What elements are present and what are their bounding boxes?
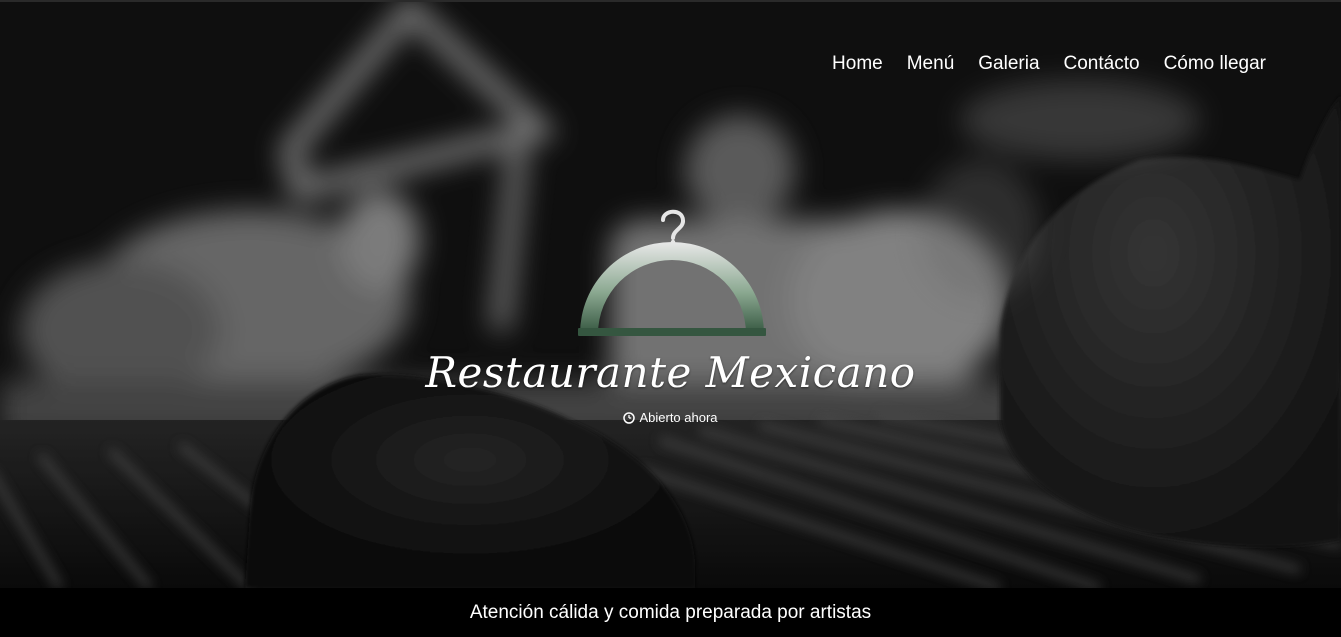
opening-status: Abierto ahora: [0, 410, 1341, 425]
nav-item-menu[interactable]: Menú: [907, 52, 955, 76]
clock-icon: [623, 411, 636, 424]
nav-item-galeria[interactable]: Galeria: [978, 52, 1039, 76]
restaurant-title: Restaurante Mexicano: [425, 348, 916, 397]
top-border: [0, 0, 1341, 2]
nav-item-contacto[interactable]: Contácto: [1064, 52, 1140, 76]
nav-item-home[interactable]: Home: [832, 52, 883, 76]
tagline-bar: Atención cálida y comida preparada por a…: [0, 588, 1341, 637]
status-text: Abierto ahora: [639, 410, 718, 425]
food-cloche-icon: [578, 209, 766, 336]
restaurant-logo: [570, 204, 770, 344]
main-navigation: Home Menú Galeria Contácto Cómo llegar: [832, 52, 1266, 76]
tagline-text: Atención cálida y comida preparada por a…: [469, 601, 872, 623]
hero-section: Home Menú Galeria Contácto Cómo llegar R…: [0, 0, 1341, 588]
nav-item-como-llegar[interactable]: Cómo llegar: [1164, 52, 1266, 76]
